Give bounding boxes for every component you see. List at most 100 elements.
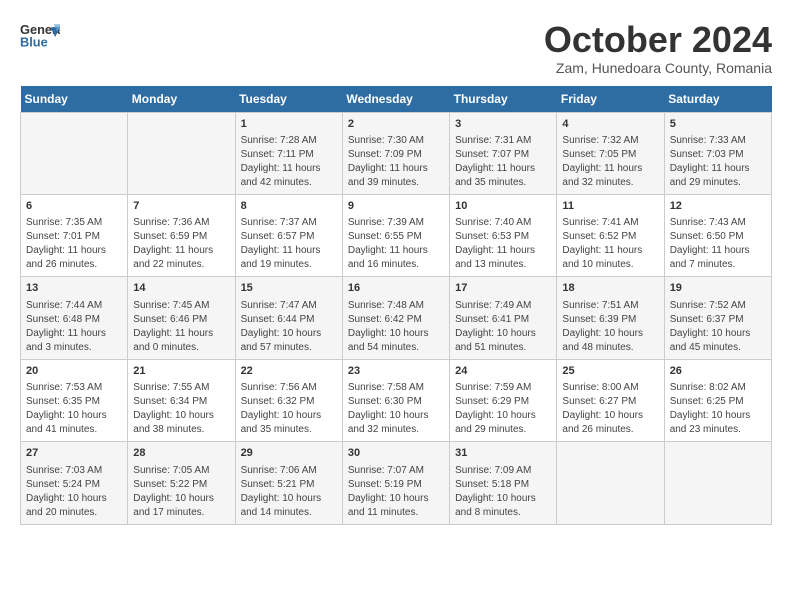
day-info: Sunrise: 7:30 AM Sunset: 7:09 PM Dayligh…: [348, 134, 444, 190]
week-row-4: 20Sunrise: 7:53 AM Sunset: 6:35 PM Dayli…: [21, 359, 772, 441]
cell-w1-d3: 1Sunrise: 7:28 AM Sunset: 7:11 PM Daylig…: [235, 112, 342, 194]
day-number: 9: [348, 199, 444, 214]
cell-w5-d3: 29Sunrise: 7:06 AM Sunset: 5:21 PM Dayli…: [235, 442, 342, 524]
cell-w5-d5: 31 Sunrise: 7:09 AM Sunset: 5:18 PM Dayli…: [450, 442, 557, 524]
day-number: 5: [670, 117, 766, 132]
calendar-table: Sunday Monday Tuesday Wednesday Thursday…: [20, 86, 772, 525]
svg-text:Blue: Blue: [20, 35, 48, 50]
day-info: Sunrise: 7:49 AM Sunset: 6:41 PM Dayligh…: [455, 299, 551, 355]
day-info: Sunrise: 7:51 AM Sunset: 6:39 PM Dayligh…: [562, 299, 658, 355]
col-tuesday: Tuesday: [235, 86, 342, 113]
day-number: 28: [133, 446, 229, 461]
day-number: 14: [133, 281, 229, 296]
day-number: 11: [562, 199, 658, 214]
day-number: 31: [455, 446, 551, 461]
col-wednesday: Wednesday: [342, 86, 449, 113]
col-friday: Friday: [557, 86, 664, 113]
day-number: 19: [670, 281, 766, 296]
day-info: Sunrise: 7:05 AM Sunset: 5:22 PM Dayligh…: [133, 464, 229, 520]
day-number: 29: [241, 446, 337, 461]
day-number: 17: [455, 281, 551, 296]
header-row: Sunday Monday Tuesday Wednesday Thursday…: [21, 86, 772, 113]
day-info: Sunrise: 7:09 AM Sunset: 5:18 PM Dayligh…: [455, 464, 551, 520]
cell-w4-d4: 23 Sunrise: 7:58 AM Sunset: 6:30 PM Dayli…: [342, 359, 449, 441]
cell-w2-d4: 9 Sunrise: 7:39 AM Sunset: 6:55 PM Daylig…: [342, 194, 449, 276]
col-saturday: Saturday: [664, 86, 771, 113]
day-number: 30: [348, 446, 444, 461]
page-header: General Blue October 2024 Zam, Hunedoara…: [20, 20, 772, 76]
day-number: 13: [26, 281, 122, 296]
day-number: 10: [455, 199, 551, 214]
day-info: Sunrise: 7:58 AM Sunset: 6:30 PM Dayligh…: [348, 381, 444, 437]
cell-w5-d1: 27 Sunrise: 7:03 AM Sunset: 5:24 PM Dayli…: [21, 442, 128, 524]
day-info: Sunrise: 7:35 AM Sunset: 7:01 PM Dayligh…: [26, 216, 122, 272]
cell-w5-d4: 30 Sunrise: 7:07 AM Sunset: 5:19 PM Dayli…: [342, 442, 449, 524]
day-number: 15: [241, 281, 337, 296]
day-info: Sunrise: 7:44 AM Sunset: 6:48 PM Dayligh…: [26, 299, 122, 355]
week-row-1: 1Sunrise: 7:28 AM Sunset: 7:11 PM Daylig…: [21, 112, 772, 194]
day-info: Sunrise: 7:53 AM Sunset: 6:35 PM Dayligh…: [26, 381, 122, 437]
day-info: Sunrise: 8:00 AM Sunset: 6:27 PM Dayligh…: [562, 381, 658, 437]
cell-w1-d2: [128, 112, 235, 194]
cell-w2-d2: 7Sunrise: 7:36 AM Sunset: 6:59 PM Daylig…: [128, 194, 235, 276]
week-row-3: 13 Sunrise: 7:44 AM Sunset: 6:48 PM Dayli…: [21, 277, 772, 359]
cell-w5-d2: 28 Sunrise: 7:05 AM Sunset: 5:22 PM Dayli…: [128, 442, 235, 524]
logo-icon: General Blue: [20, 20, 60, 50]
day-info: Sunrise: 7:03 AM Sunset: 5:24 PM Dayligh…: [26, 464, 122, 520]
cell-w1-d6: 4Sunrise: 7:32 AM Sunset: 7:05 PM Daylig…: [557, 112, 664, 194]
cell-w4-d3: 22 Sunrise: 7:56 AM Sunset: 6:32 PM Dayli…: [235, 359, 342, 441]
cell-w2-d6: 11 Sunrise: 7:41 AM Sunset: 6:52 PM Dayli…: [557, 194, 664, 276]
day-info: Sunrise: 7:28 AM Sunset: 7:11 PM Dayligh…: [241, 134, 337, 190]
day-info: Sunrise: 7:32 AM Sunset: 7:05 PM Dayligh…: [562, 134, 658, 190]
day-number: 26: [670, 364, 766, 379]
cell-w3-d5: 17 Sunrise: 7:49 AM Sunset: 6:41 PM Dayli…: [450, 277, 557, 359]
page-title: October 2024: [544, 20, 772, 60]
day-info: Sunrise: 7:31 AM Sunset: 7:07 PM Dayligh…: [455, 134, 551, 190]
day-info: Sunrise: 7:41 AM Sunset: 6:52 PM Dayligh…: [562, 216, 658, 272]
day-number: 2: [348, 117, 444, 132]
day-info: Sunrise: 7:59 AM Sunset: 6:29 PM Dayligh…: [455, 381, 551, 437]
col-monday: Monday: [128, 86, 235, 113]
cell-w2-d7: 12Sunrise: 7:43 AM Sunset: 6:50 PM Dayli…: [664, 194, 771, 276]
cell-w4-d2: 21 Sunrise: 7:55 AM Sunset: 6:34 PM Dayli…: [128, 359, 235, 441]
cell-w3-d4: 16 Sunrise: 7:48 AM Sunset: 6:42 PM Dayli…: [342, 277, 449, 359]
cell-w3-d2: 14Sunrise: 7:45 AM Sunset: 6:46 PM Dayli…: [128, 277, 235, 359]
day-number: 23: [348, 364, 444, 379]
page-subtitle: Zam, Hunedoara County, Romania: [544, 60, 772, 76]
cell-w1-d4: 2 Sunrise: 7:30 AM Sunset: 7:09 PM Daylig…: [342, 112, 449, 194]
cell-w3-d3: 15 Sunrise: 7:47 AM Sunset: 6:44 PM Dayli…: [235, 277, 342, 359]
cell-w4-d6: 25Sunrise: 8:00 AM Sunset: 6:27 PM Dayli…: [557, 359, 664, 441]
cell-w1-d1: [21, 112, 128, 194]
cell-w3-d6: 18 Sunrise: 7:51 AM Sunset: 6:39 PM Dayli…: [557, 277, 664, 359]
cell-w1-d7: 5Sunrise: 7:33 AM Sunset: 7:03 PM Daylig…: [664, 112, 771, 194]
day-number: 16: [348, 281, 444, 296]
day-number: 22: [241, 364, 337, 379]
day-info: Sunrise: 7:56 AM Sunset: 6:32 PM Dayligh…: [241, 381, 337, 437]
day-info: Sunrise: 7:40 AM Sunset: 6:53 PM Dayligh…: [455, 216, 551, 272]
cell-w4-d7: 26 Sunrise: 8:02 AM Sunset: 6:25 PM Dayli…: [664, 359, 771, 441]
day-info: Sunrise: 7:47 AM Sunset: 6:44 PM Dayligh…: [241, 299, 337, 355]
day-info: Sunrise: 7:48 AM Sunset: 6:42 PM Dayligh…: [348, 299, 444, 355]
week-row-5: 27 Sunrise: 7:03 AM Sunset: 5:24 PM Dayli…: [21, 442, 772, 524]
day-number: 21: [133, 364, 229, 379]
day-number: 18: [562, 281, 658, 296]
day-info: Sunrise: 8:02 AM Sunset: 6:25 PM Dayligh…: [670, 381, 766, 437]
day-number: 12: [670, 199, 766, 214]
day-info: Sunrise: 7:07 AM Sunset: 5:19 PM Dayligh…: [348, 464, 444, 520]
cell-w1-d5: 3 Sunrise: 7:31 AM Sunset: 7:07 PM Daylig…: [450, 112, 557, 194]
cell-w5-d6: [557, 442, 664, 524]
logo: General Blue: [20, 20, 60, 50]
day-number: 3: [455, 117, 551, 132]
cell-w4-d1: 20Sunrise: 7:53 AM Sunset: 6:35 PM Dayli…: [21, 359, 128, 441]
cell-w5-d7: [664, 442, 771, 524]
day-number: 6: [26, 199, 122, 214]
day-number: 7: [133, 199, 229, 214]
cell-w2-d1: 6 Sunrise: 7:35 AM Sunset: 7:01 PM Daylig…: [21, 194, 128, 276]
day-info: Sunrise: 7:39 AM Sunset: 6:55 PM Dayligh…: [348, 216, 444, 272]
day-number: 27: [26, 446, 122, 461]
title-block: October 2024 Zam, Hunedoara County, Roma…: [544, 20, 772, 76]
cell-w3-d7: 19Sunrise: 7:52 AM Sunset: 6:37 PM Dayli…: [664, 277, 771, 359]
day-number: 24: [455, 364, 551, 379]
day-info: Sunrise: 7:55 AM Sunset: 6:34 PM Dayligh…: [133, 381, 229, 437]
cell-w2-d5: 10 Sunrise: 7:40 AM Sunset: 6:53 PM Dayli…: [450, 194, 557, 276]
